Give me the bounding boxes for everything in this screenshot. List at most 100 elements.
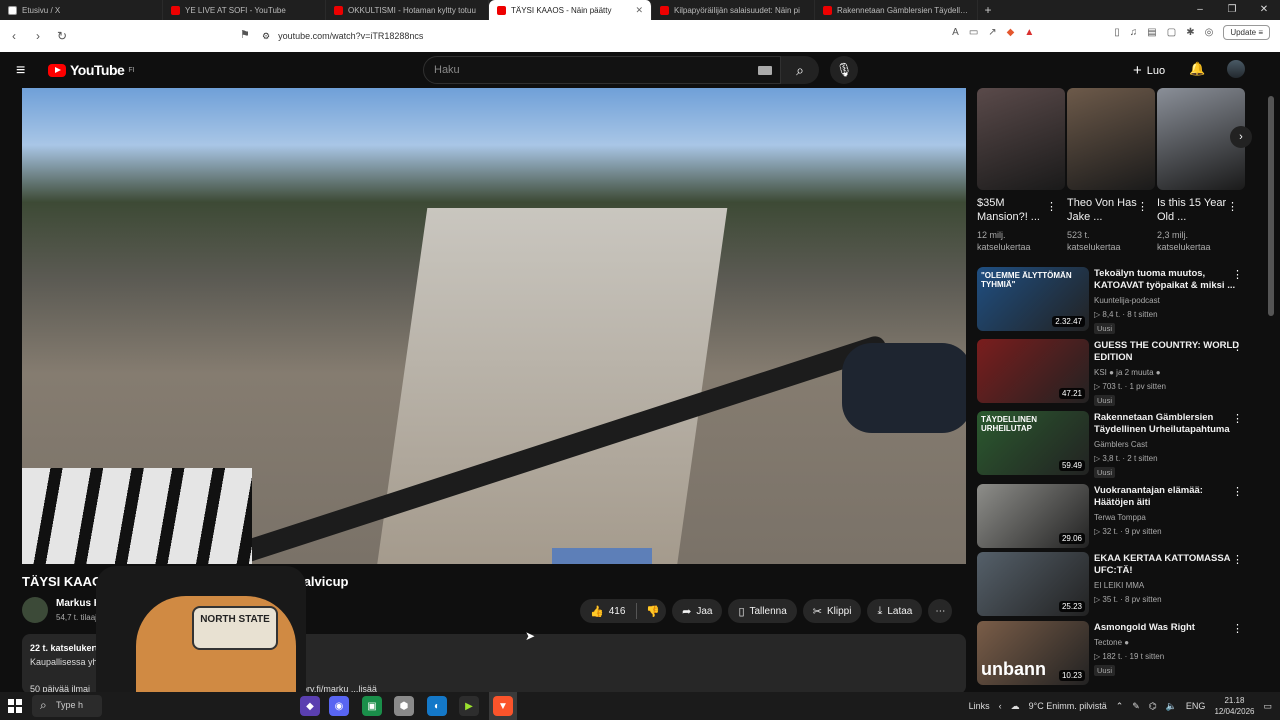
play-store-icon[interactable]: ▶ (459, 696, 479, 716)
windows-start-icon[interactable] (8, 699, 22, 713)
recommendation-channel[interactable]: KSI ● ja 2 muuta ● (1094, 368, 1161, 377)
microphone-icon[interactable]: 🎙 (830, 56, 858, 84)
recommendation-title[interactable]: GUESS THE COUNTRY: WORLD EDITION (1094, 340, 1242, 364)
wallet-icon[interactable]: ▢ (1167, 27, 1176, 38)
recommendation-channel[interactable]: Kuuntelija-podcast (1094, 296, 1160, 305)
tray-overflow-icon[interactable]: ⌃ (1116, 701, 1124, 712)
more-actions-button[interactable]: ⋯ (928, 599, 953, 623)
maximize-icon[interactable]: ❐ (1216, 0, 1248, 20)
site-info-icon[interactable]: ⚙ (262, 31, 270, 42)
more-vertical-icon[interactable]: ⋮ (1232, 553, 1243, 566)
extensions-icon[interactable]: ✱ (1186, 27, 1194, 38)
recommendation-item[interactable]: unbann 10.23 Asmongold Was Right Tectone … (977, 621, 1257, 687)
create-button[interactable]: + Luo (1133, 62, 1165, 79)
update-button[interactable]: Update ≡ (1223, 25, 1270, 40)
recommendation-item[interactable]: "OLEMME ÄLYTTÖMÄN TYHMIÄ" 2.32.47 Tekoäly… (977, 267, 1257, 334)
vpn-icon[interactable]: ◎ (1205, 27, 1214, 38)
reading-list-icon[interactable]: ▤ (1147, 27, 1156, 38)
brave-shield-icon[interactable]: ◆ (1007, 27, 1015, 38)
cast-icon[interactable]: ▭ (969, 27, 978, 38)
minimize-icon[interactable]: – (1184, 0, 1216, 20)
edge-icon[interactable]: ◐ (427, 696, 447, 716)
channel-avatar[interactable] (22, 597, 48, 623)
browser-tab[interactable]: YE LIVE AT SOFI - YouTube (163, 0, 326, 20)
pen-icon[interactable]: ✎ (1132, 701, 1140, 712)
recommendation-channel[interactable]: Gämblers Cast (1094, 440, 1147, 449)
keyboard-icon[interactable] (758, 66, 772, 75)
search-button[interactable]: ⌕ (781, 56, 819, 84)
short-thumbnail[interactable] (977, 88, 1065, 190)
url-field[interactable]: ⚙ youtube.com/watch?v=iTR18288ncs (262, 26, 982, 46)
recommendation-thumbnail[interactable]: unbann 10.23 (977, 621, 1089, 685)
bookmark-icon[interactable]: ⚑ (240, 28, 250, 41)
browser-tab[interactable]: OKKULTISMI - Hotaman kyltty totuu (326, 0, 489, 20)
slack-icon[interactable]: ◆ (300, 696, 320, 716)
close-tab-icon[interactable]: ✕ (635, 5, 643, 16)
more-vertical-icon[interactable]: ⋮ (1232, 268, 1243, 281)
language-indicator[interactable]: ENG (1186, 701, 1206, 711)
share-button[interactable]: ➦ Jaa (672, 599, 723, 623)
shield-app-icon[interactable]: ⬢ (394, 696, 414, 716)
chevron-left-icon[interactable]: ‹ (999, 701, 1002, 711)
recommendation-title[interactable]: Asmongold Was Right (1094, 622, 1242, 634)
media-icon[interactable]: ♫ (1130, 27, 1138, 38)
more-vertical-icon[interactable]: ⋮ (1046, 200, 1057, 213)
like-button[interactable]: 👍 416 👎 (580, 599, 667, 623)
short-title[interactable]: Is this 15 Year Old ... (1157, 196, 1227, 224)
recommendation-channel[interactable]: Tectone ● (1094, 638, 1129, 647)
recommendation-title[interactable]: Tekoälyn tuoma muutos, KATOAVAT työpaika… (1094, 268, 1242, 292)
thumbs-down-icon[interactable]: 👎 (646, 605, 660, 618)
save-button[interactable]: ▯ Tallenna (728, 599, 797, 623)
recommendation-channel[interactable]: Terwa Tomppa (1094, 513, 1146, 522)
recommendation-item[interactable]: 29.06 Vuokranantajan elämää: Häätöjen äi… (977, 484, 1257, 550)
browser-tab[interactable]: Etusivu / X (0, 0, 163, 20)
recommendation-title[interactable]: EKAA KERTAA KATTOMASSA UFC:TÄ! (1094, 553, 1242, 577)
search-input[interactable]: Haku (423, 56, 781, 84)
weather-text[interactable]: 9°C Enimm. pilvistä (1029, 701, 1107, 711)
browser-tab-active[interactable]: TÄYSI KAAOS - Näin päätty ✕ (489, 0, 652, 20)
close-window-icon[interactable]: ✕ (1248, 0, 1280, 20)
taskbar-search-input[interactable]: Type h (32, 695, 102, 717)
recommendation-channel[interactable]: EI LEIKI MMA (1094, 581, 1144, 590)
more-vertical-icon[interactable]: ⋮ (1232, 412, 1243, 425)
recommendation-title[interactable]: Vuokranantajan elämää: Häätöjen äiti (1094, 485, 1242, 509)
more-vertical-icon[interactable]: ⋮ (1232, 622, 1243, 635)
more-vertical-icon[interactable]: ⋮ (1137, 200, 1148, 213)
recommendation-thumbnail[interactable]: 47.21 (977, 339, 1089, 403)
brave-browser-icon[interactable]: ▼ (493, 696, 513, 716)
volume-icon[interactable]: 🔈 (1166, 701, 1177, 712)
recommendation-item[interactable]: TÄYDELLINEN URHEILUTAP 59.49 Rakennetaan … (977, 411, 1257, 478)
clock[interactable]: 21.18 12/04/2026 (1214, 695, 1254, 717)
links-toolbar[interactable]: Links (969, 701, 990, 711)
more-vertical-icon[interactable]: ⋮ (1232, 485, 1243, 498)
chevron-right-icon[interactable]: › (1230, 126, 1252, 148)
recommendation-thumbnail[interactable]: "OLEMME ÄLYTTÖMÄN TYHMIÄ" 2.32.47 (977, 267, 1089, 331)
reload-icon[interactable]: ↻ (52, 29, 72, 43)
recommendation-item[interactable]: 25.23 EKAA KERTAA KATTOMASSA UFC:TÄ! EI … (977, 552, 1257, 618)
short-thumbnail[interactable] (1067, 88, 1155, 190)
browser-tab[interactable]: Kilpapyöräilijän salaisuudet: Näin pi (652, 0, 815, 20)
avatar[interactable] (1227, 60, 1245, 78)
translate-icon[interactable]: A (952, 27, 959, 38)
new-tab-button[interactable]: + (978, 3, 998, 17)
brave-rewards-icon[interactable]: ▲ (1024, 27, 1034, 38)
short-title[interactable]: $35M Mansion?! ... (977, 196, 1047, 224)
notifications-icon[interactable]: 🔔 (1189, 61, 1205, 77)
page-scrollbar[interactable] (1268, 96, 1274, 316)
video-player[interactable] (22, 88, 966, 564)
forward-icon[interactable]: › (28, 29, 48, 43)
download-button[interactable]: ⤓ Lataa (867, 599, 923, 623)
share-page-icon[interactable]: ↗ (988, 27, 996, 38)
recommendation-thumbnail[interactable]: 25.23 (977, 552, 1089, 616)
youtube-logo[interactable]: YouTube FI (48, 62, 135, 78)
more-vertical-icon[interactable]: ⋮ (1227, 200, 1238, 213)
short-title[interactable]: Theo Von Has Jake ... (1067, 196, 1137, 224)
network-icon[interactable]: ⌬ (1149, 701, 1157, 712)
menu-icon[interactable]: ≡ (16, 62, 25, 80)
recommendation-item[interactable]: 47.21 GUESS THE COUNTRY: WORLD EDITION K… (977, 339, 1257, 406)
recommendation-title[interactable]: Rakennetaan Gämblersien Täydellinen Urhe… (1094, 412, 1242, 436)
notification-center-icon[interactable]: ▭ (1263, 701, 1272, 712)
back-icon[interactable]: ‹ (4, 29, 24, 43)
discord-icon[interactable]: ◉ (329, 696, 349, 716)
clip-button[interactable]: ✂ Klippi (802, 599, 862, 623)
